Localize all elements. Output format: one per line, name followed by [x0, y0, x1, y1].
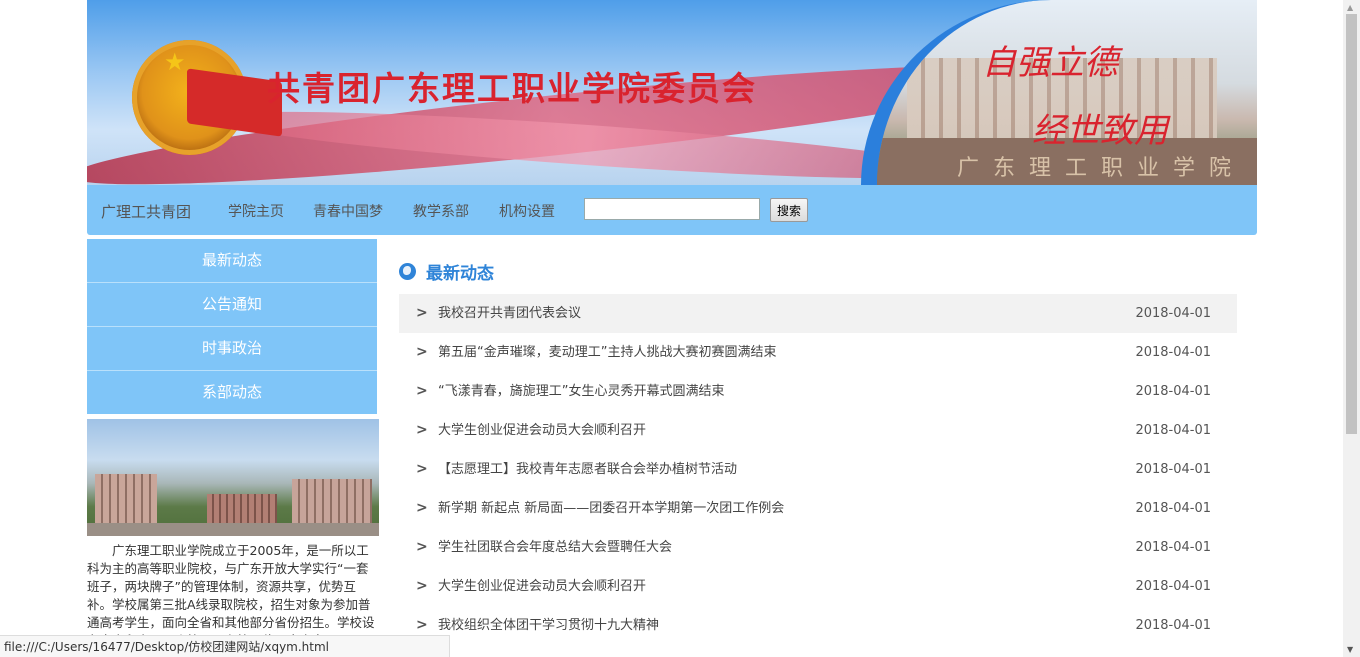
- nav-bar: 广理工共青团 学院主页 青春中国梦 教学系部 机构设置 搜索: [87, 185, 1257, 235]
- slogan-line1: 自强立德: [982, 43, 1118, 83]
- news-title[interactable]: 大学生创业促进会动员大会顺利召开: [438, 567, 646, 606]
- chevron-right-icon: >: [416, 422, 428, 438]
- globe-icon: [399, 262, 416, 280]
- header-banner: ★ 共青团广东理工职业学院委员会 广东理工职业学院 自强立德 经世致用: [87, 0, 1257, 185]
- news-row[interactable]: > 学生社团联合会年度总结大会暨聘任大会 2018-04-01: [399, 528, 1237, 567]
- news-row[interactable]: > 我校召开共青团代表会议 2018-04-01: [399, 294, 1237, 333]
- main-content: 最新动态 > 我校召开共青团代表会议 2018-04-01 > 第五届“金声璀璨…: [399, 256, 1237, 645]
- search-button[interactable]: 搜索: [770, 198, 808, 222]
- news-date: 2018-04-01: [1135, 384, 1211, 399]
- news-title[interactable]: 我校组织全体团干学习贯彻十九大精神: [438, 606, 659, 645]
- scroll-down-arrow-icon[interactable]: ▼: [1347, 645, 1353, 654]
- site-container: ★ 共青团广东理工职业学院委员会 广东理工职业学院 自强立德 经世致用 广理工共…: [87, 0, 1257, 648]
- news-date: 2018-04-01: [1135, 501, 1211, 516]
- nav-item-home-league[interactable]: 广理工共青团: [101, 201, 191, 222]
- chevron-right-icon: >: [416, 344, 428, 360]
- news-date: 2018-04-01: [1135, 540, 1211, 555]
- vertical-scrollbar[interactable]: ▲ ▼: [1343, 0, 1360, 657]
- news-row[interactable]: > 大学生创业促进会动员大会顺利召开 2018-04-01: [399, 411, 1237, 450]
- news-title[interactable]: 新学期 新起点 新局面——团委召开本学期第一次团工作例会: [438, 489, 784, 528]
- news-date: 2018-04-01: [1135, 306, 1211, 321]
- scroll-up-arrow-icon[interactable]: ▲: [1347, 3, 1353, 12]
- news-date: 2018-04-01: [1135, 618, 1211, 633]
- nav-item-organization[interactable]: 机构设置: [499, 201, 555, 221]
- news-title[interactable]: 第五届“金声璀璨，麦动理工”主持人挑战大赛初赛圆满结束: [438, 333, 776, 372]
- news-row[interactable]: > 我校组织全体团干学习贯彻十九大精神 2018-04-01: [399, 606, 1237, 645]
- page: ★ 共青团广东理工职业学院委员会 广东理工职业学院 自强立德 经世致用 广理工共…: [0, 0, 1360, 657]
- college-intro: 广东理工职业学院成立于2005年，是一所以工科为主的高等职业院校，与广东开放大学…: [87, 543, 375, 648]
- news-row[interactable]: > “飞漾青春，旖旎理工”女生心灵秀开幕式圆满结束 2018-04-01: [399, 372, 1237, 411]
- star-icon: ★: [164, 48, 186, 76]
- scrollbar-thumb[interactable]: [1346, 14, 1357, 434]
- campus-thumbnail: [87, 419, 379, 536]
- news-date: 2018-04-01: [1135, 345, 1211, 360]
- news-title[interactable]: 大学生创业促进会动员大会顺利召开: [438, 411, 646, 450]
- thumbnail-road: [87, 523, 379, 536]
- campus-wall-text: 广东理工职业学院: [957, 156, 1246, 181]
- thumbnail-building-right: [292, 479, 372, 527]
- site-title: 共青团广东理工职业学院委员会: [267, 69, 757, 108]
- chevron-right-icon: >: [416, 578, 428, 594]
- nav-item-college-home[interactable]: 学院主页: [228, 201, 284, 221]
- section-header: 最新动态: [399, 256, 1237, 286]
- search-input[interactable]: [584, 198, 760, 220]
- youth-league-emblem-icon: ★: [132, 40, 282, 155]
- news-title[interactable]: “飞漾青春，旖旎理工”女生心灵秀开幕式圆满结束: [438, 372, 724, 411]
- sidebar: 最新动态 公告通知 时事政治 系部动态 广东理工职业学院成立于2005年，是一所…: [87, 239, 379, 650]
- chevron-right-icon: >: [416, 500, 428, 516]
- status-bar-url: file:///C:/Users/16477/Desktop/仿校团建网站/xq…: [0, 635, 450, 657]
- news-title[interactable]: 【志愿理工】我校青年志愿者联合会举办植树节活动: [438, 450, 737, 489]
- news-date: 2018-04-01: [1135, 579, 1211, 594]
- sidebar-item-department-news[interactable]: 系部动态: [87, 371, 377, 414]
- chevron-right-icon: >: [416, 461, 428, 477]
- section-title: 最新动态: [426, 263, 494, 284]
- thumbnail-building-left: [95, 474, 157, 524]
- sidebar-menu: 最新动态 公告通知 时事政治 系部动态: [87, 239, 377, 414]
- chevron-right-icon: >: [416, 383, 428, 399]
- news-title[interactable]: 我校召开共青团代表会议: [438, 294, 581, 333]
- news-row[interactable]: > 大学生创业促进会动员大会顺利召开 2018-04-01: [399, 567, 1237, 606]
- sidebar-item-latest-news[interactable]: 最新动态: [87, 239, 377, 283]
- nav-item-china-dream[interactable]: 青春中国梦: [313, 201, 383, 221]
- nav-item-departments[interactable]: 教学系部: [413, 201, 469, 221]
- sidebar-item-current-affairs[interactable]: 时事政治: [87, 327, 377, 371]
- news-title[interactable]: 学生社团联合会年度总结大会暨聘任大会: [438, 528, 672, 567]
- news-row[interactable]: > 第五届“金声璀璨，麦动理工”主持人挑战大赛初赛圆满结束 2018-04-01: [399, 333, 1237, 372]
- thumbnail-building-center: [207, 494, 277, 526]
- slogan-line2: 经世致用: [1032, 111, 1168, 151]
- chevron-right-icon: >: [416, 305, 428, 321]
- campus-photo: 广东理工职业学院: [861, 0, 1257, 185]
- news-list: > 我校召开共青团代表会议 2018-04-01 > 第五届“金声璀璨，麦动理工…: [399, 294, 1237, 645]
- news-date: 2018-04-01: [1135, 423, 1211, 438]
- news-row[interactable]: > 【志愿理工】我校青年志愿者联合会举办植树节活动 2018-04-01: [399, 450, 1237, 489]
- news-date: 2018-04-01: [1135, 462, 1211, 477]
- news-row[interactable]: > 新学期 新起点 新局面——团委召开本学期第一次团工作例会 2018-04-0…: [399, 489, 1237, 528]
- sidebar-item-announcements[interactable]: 公告通知: [87, 283, 377, 327]
- chevron-right-icon: >: [416, 539, 428, 555]
